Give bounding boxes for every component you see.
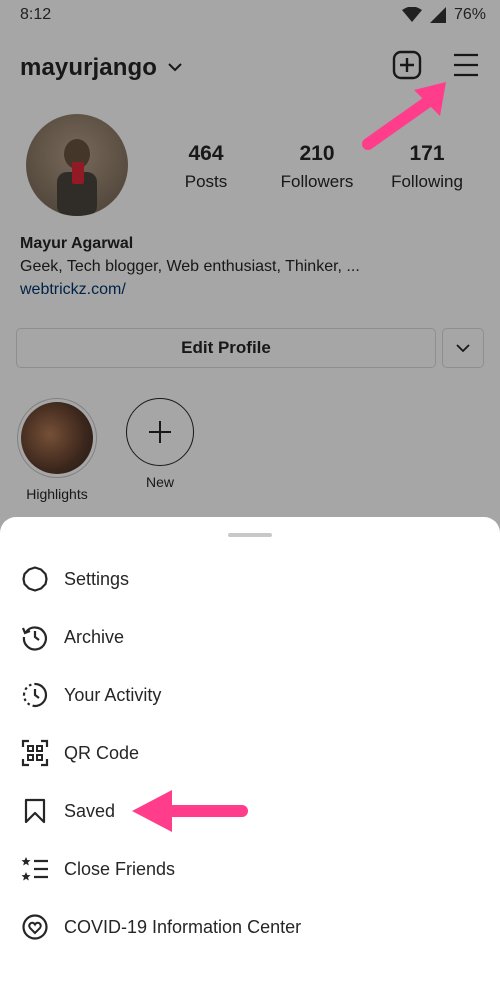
menu-item-your-activity[interactable]: Your Activity: [20, 675, 480, 715]
qr-code-icon: [21, 739, 49, 767]
menu-item-saved[interactable]: Saved: [20, 791, 480, 831]
menu-item-label: Archive: [64, 626, 125, 647]
menu-item-label: QR Code: [64, 742, 140, 763]
menu-item-archive[interactable]: Archive: [20, 617, 480, 657]
menu-item-label: Saved: [64, 800, 116, 821]
close-friends-icon: [21, 857, 48, 881]
activity-icon: [22, 682, 48, 708]
menu-item-close-friends[interactable]: Close Friends: [20, 849, 480, 889]
menu-item-qr-code[interactable]: QR Code: [20, 733, 480, 773]
options-bottom-sheet: Settings Archive Your Activity QR Code S…: [0, 517, 500, 998]
menu-item-label: Your Activity: [64, 684, 162, 705]
archive-icon: [21, 626, 47, 651]
menu-item-settings[interactable]: Settings: [20, 559, 480, 599]
covid-info-icon: [22, 914, 48, 940]
bookmark-icon: [24, 798, 46, 824]
menu-item-covid-info[interactable]: COVID-19 Information Center: [20, 907, 480, 947]
menu-item-label: Close Friends: [64, 858, 176, 879]
menu-item-label: COVID-19 Information Center: [64, 916, 302, 937]
sheet-drag-handle[interactable]: [228, 533, 272, 537]
menu-item-label: Settings: [64, 568, 130, 589]
settings-icon: [22, 566, 48, 592]
